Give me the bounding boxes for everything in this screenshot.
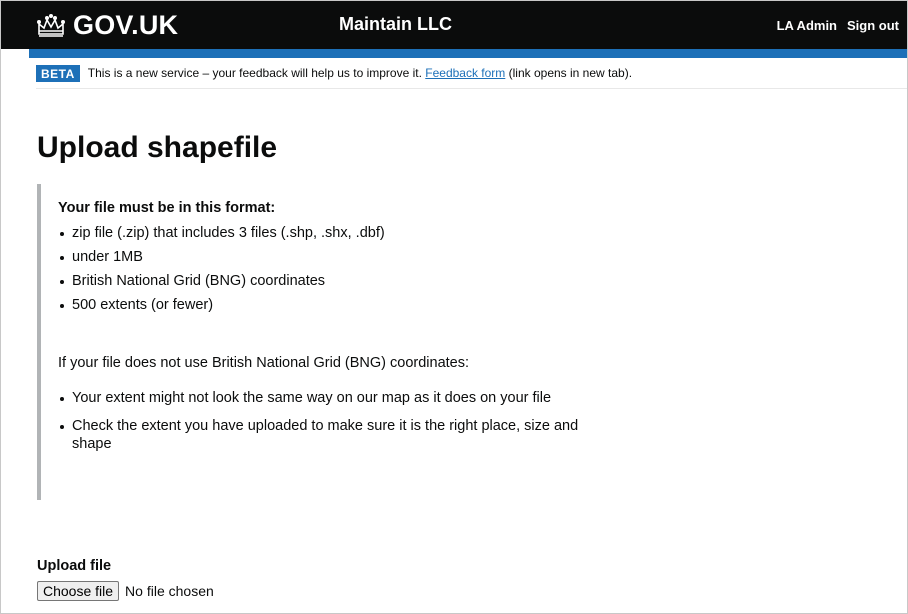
choose-file-button[interactable]: Choose file xyxy=(37,581,120,601)
page-title: Upload shapefile xyxy=(37,131,278,164)
list-item: Check the extent you have uploaded to ma… xyxy=(58,417,598,453)
bng-notes-list: Your extent might not look the same way … xyxy=(58,389,598,463)
crown-icon xyxy=(37,14,65,37)
header-nav: LA Admin Sign out xyxy=(777,18,899,33)
phase-text-before: This is a new service – your feedback wi… xyxy=(87,66,426,80)
phase-banner: BETA This is a new service – your feedba… xyxy=(36,58,907,89)
logo-text: GOV.UK xyxy=(73,9,179,40)
file-status-text: No file chosen xyxy=(125,583,214,599)
header-accent-bar xyxy=(29,49,907,58)
list-item: British National Grid (BNG) coordinates xyxy=(58,272,598,290)
list-item: zip file (.zip) that includes 3 files (.… xyxy=(58,224,598,242)
feedback-form-link[interactable]: Feedback form xyxy=(425,66,505,80)
bng-paragraph: If your file does not use British Nation… xyxy=(58,355,470,371)
upload-file-label: Upload file xyxy=(37,558,112,574)
inset-heading: Your file must be in this format: xyxy=(58,200,276,216)
list-item: under 1MB xyxy=(58,248,598,266)
service-name-link[interactable]: Maintain LLC xyxy=(339,14,452,35)
site-header: GOV.UK Maintain LLC LA Admin Sign out xyxy=(1,1,907,49)
phase-text-after: (link opens in new tab). xyxy=(505,66,633,80)
list-item: Your extent might not look the same way … xyxy=(58,389,598,407)
nav-la-admin-link[interactable]: LA Admin xyxy=(777,18,837,33)
govuk-logo-link[interactable]: GOV.UK xyxy=(35,8,178,42)
nav-sign-out-link[interactable]: Sign out xyxy=(847,18,899,33)
phase-banner-text: This is a new service – your feedback wi… xyxy=(88,66,632,80)
beta-tag: BETA xyxy=(36,64,80,82)
page: GOV.UK Maintain LLC LA Admin Sign out BE… xyxy=(0,0,908,614)
format-requirements-inset: Your file must be in this format: zip fi… xyxy=(37,184,597,500)
requirements-list: zip file (.zip) that includes 3 files (.… xyxy=(58,224,598,320)
file-upload-control: Choose file No file chosen xyxy=(37,581,214,601)
list-item: 500 extents (or fewer) xyxy=(58,296,598,314)
